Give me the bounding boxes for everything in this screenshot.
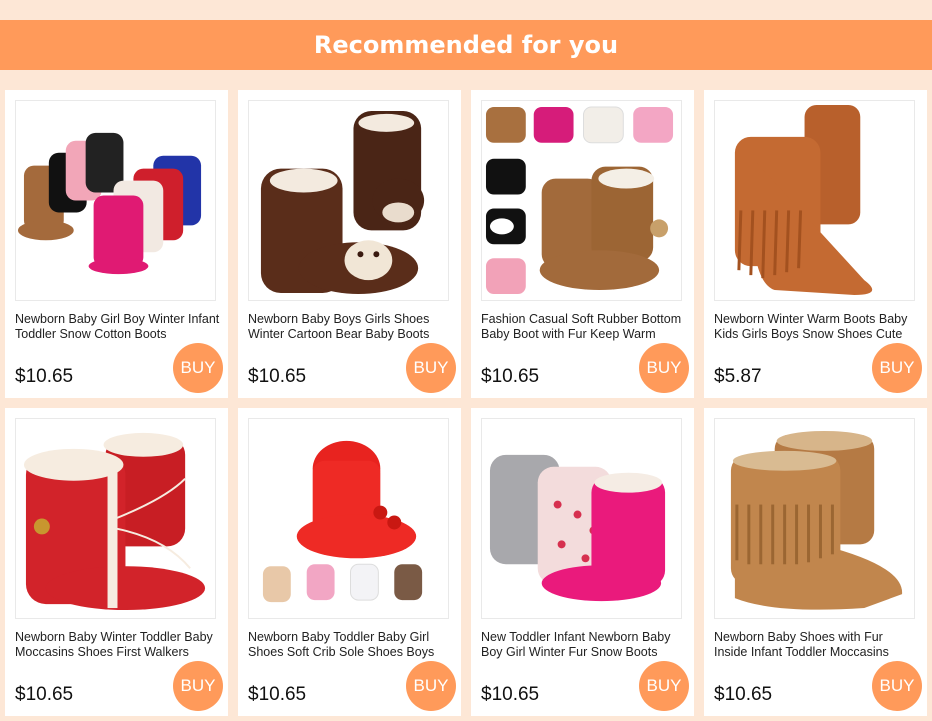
recommended-banner: Recommended for you <box>0 20 932 70</box>
boots-image <box>715 101 914 300</box>
product-image[interactable] <box>714 100 915 301</box>
product-grid: Newborn Baby Girl Boy Winter Infant Todd… <box>5 90 927 716</box>
product-title[interactable]: Newborn Baby Girl Boy Winter Infant Todd… <box>15 312 220 342</box>
product-card[interactable]: New Toddler Infant Newborn Baby Boy Girl… <box>471 408 694 716</box>
product-image[interactable] <box>15 100 216 301</box>
buy-button[interactable]: BUY <box>872 661 922 711</box>
product-price: $10.65 <box>248 366 307 387</box>
product-price: $10.65 <box>15 684 74 705</box>
boots-image <box>482 101 681 300</box>
product-title[interactable]: Newborn Baby Shoes with Fur Inside Infan… <box>714 630 919 660</box>
product-title[interactable]: New Toddler Infant Newborn Baby Boy Girl… <box>481 630 686 660</box>
buy-button[interactable]: BUY <box>406 661 456 711</box>
product-title[interactable]: Newborn Baby Winter Toddler Baby Moccasi… <box>15 630 220 660</box>
product-title[interactable]: Newborn Baby Toddler Baby Girl Shoes Sof… <box>248 630 453 660</box>
product-image[interactable] <box>714 418 915 619</box>
page-title: Recommended for you <box>313 31 619 59</box>
product-price: $5.87 <box>714 366 762 387</box>
buy-button[interactable]: BUY <box>639 343 689 393</box>
product-image[interactable] <box>248 418 449 619</box>
boots-image <box>16 101 215 300</box>
product-price: $10.65 <box>248 684 307 705</box>
buy-button[interactable]: BUY <box>872 343 922 393</box>
product-card[interactable]: Newborn Winter Warm Boots Baby Kids Girl… <box>704 90 927 398</box>
product-price: $10.65 <box>714 684 773 705</box>
boots-image <box>249 101 448 300</box>
product-card[interactable]: Newborn Baby Boys Girls Shoes Winter Car… <box>238 90 461 398</box>
product-price: $10.65 <box>481 684 540 705</box>
product-price: $10.65 <box>481 366 540 387</box>
boots-image <box>249 419 448 618</box>
product-card[interactable]: Fashion Casual Soft Rubber Bottom Baby B… <box>471 90 694 398</box>
buy-button[interactable]: BUY <box>173 343 223 393</box>
product-title[interactable]: Newborn Baby Boys Girls Shoes Winter Car… <box>248 312 453 342</box>
boots-image <box>482 419 681 618</box>
product-image[interactable] <box>481 100 682 301</box>
boots-image <box>715 419 914 618</box>
product-image[interactable] <box>248 100 449 301</box>
buy-button[interactable]: BUY <box>406 343 456 393</box>
product-title[interactable]: Fashion Casual Soft Rubber Bottom Baby B… <box>481 312 686 342</box>
product-image[interactable] <box>15 418 216 619</box>
buy-button[interactable]: BUY <box>173 661 223 711</box>
product-card[interactable]: Newborn Baby Girl Boy Winter Infant Todd… <box>5 90 228 398</box>
product-image[interactable] <box>481 418 682 619</box>
product-card[interactable]: Newborn Baby Toddler Baby Girl Shoes Sof… <box>238 408 461 716</box>
product-price: $10.65 <box>15 366 74 387</box>
boots-image <box>16 419 215 618</box>
buy-button[interactable]: BUY <box>639 661 689 711</box>
product-card[interactable]: Newborn Baby Shoes with Fur Inside Infan… <box>704 408 927 716</box>
product-card[interactable]: Newborn Baby Winter Toddler Baby Moccasi… <box>5 408 228 716</box>
product-title[interactable]: Newborn Winter Warm Boots Baby Kids Girl… <box>714 312 919 342</box>
